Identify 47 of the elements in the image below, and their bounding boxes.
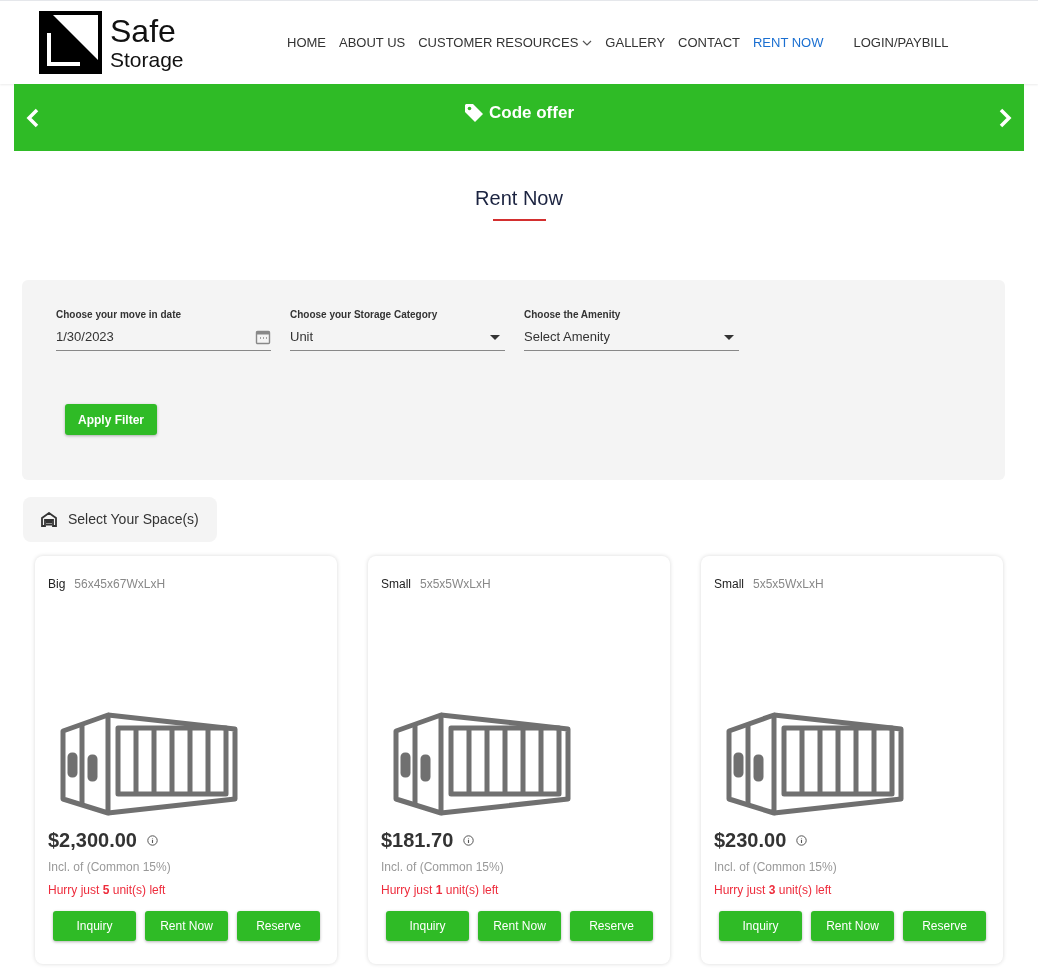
nav-link[interactable]: RENT NOW [752,32,824,53]
unit-price: $2,300.00 [48,828,137,853]
stock-warning: Hurry just 1 unit(s) left [381,882,500,899]
unit-dimensions: 56x45x67WxLxH [74,576,166,593]
page-title: Rent Now [475,186,563,211]
info-icon [796,834,808,846]
logo-icon [39,11,102,74]
nav-link[interactable]: CUSTOMER RESOURCES [418,32,593,53]
unit-size: Small [714,576,744,593]
nav-link[interactable]: ABOUT US [339,32,406,53]
warehouse-icon [41,512,57,527]
shipping-container-icon [726,711,904,817]
info-icon [147,834,158,846]
select-field[interactable]: Select Amenity [524,324,739,351]
dropdown-caret-icon [490,334,500,340]
calendar-icon [255,329,271,345]
shipping-container-icon [60,711,238,817]
unit-dimensions: 5x5x5WxLxH [420,576,491,593]
tax-note: Incl. of (Common 15%) [714,859,838,876]
nav-link[interactable]: GALLERY [605,32,666,53]
unit-price: $230.00 [714,828,787,853]
banner-text: Code offer [489,101,574,124]
stock-warning: Hurry just 5 unit(s) left [48,882,167,899]
nav-link[interactable]: CONTACT [678,32,740,53]
tag-icon [464,102,484,123]
dropdown-caret-icon [724,334,734,340]
unit-size: Small [381,576,411,593]
tax-note: Incl. of (Common 15%) [48,859,172,876]
date-field[interactable]: 1/30/2023 [56,324,271,351]
unit-price: $181.70 [381,828,454,853]
field-label: Choose the Amenity [524,308,622,322]
nav-link[interactable]: HOME [287,32,326,53]
info-icon [463,834,475,846]
next-arrow-icon[interactable] [998,107,1012,128]
previous-arrow-icon[interactable] [26,107,40,128]
logo-text: Safe [110,15,177,47]
unit-dimensions: 5x5x5WxLxH [753,576,824,593]
nav-link[interactable]: LOGIN/PAYBILL [853,32,949,53]
field-label: Choose your Storage Category [290,308,439,322]
field-label: Choose your move in date [56,308,183,322]
stock-warning: Hurry just 3 unit(s) left [714,882,833,899]
logo-subtext: Storage [110,49,184,70]
select-field[interactable]: Unit [290,324,505,351]
tax-note: Incl. of (Common 15%) [381,859,505,876]
shipping-container-icon [393,711,571,817]
section-label: Select Your Space(s) [68,510,199,529]
unit-size: Big [48,576,66,593]
